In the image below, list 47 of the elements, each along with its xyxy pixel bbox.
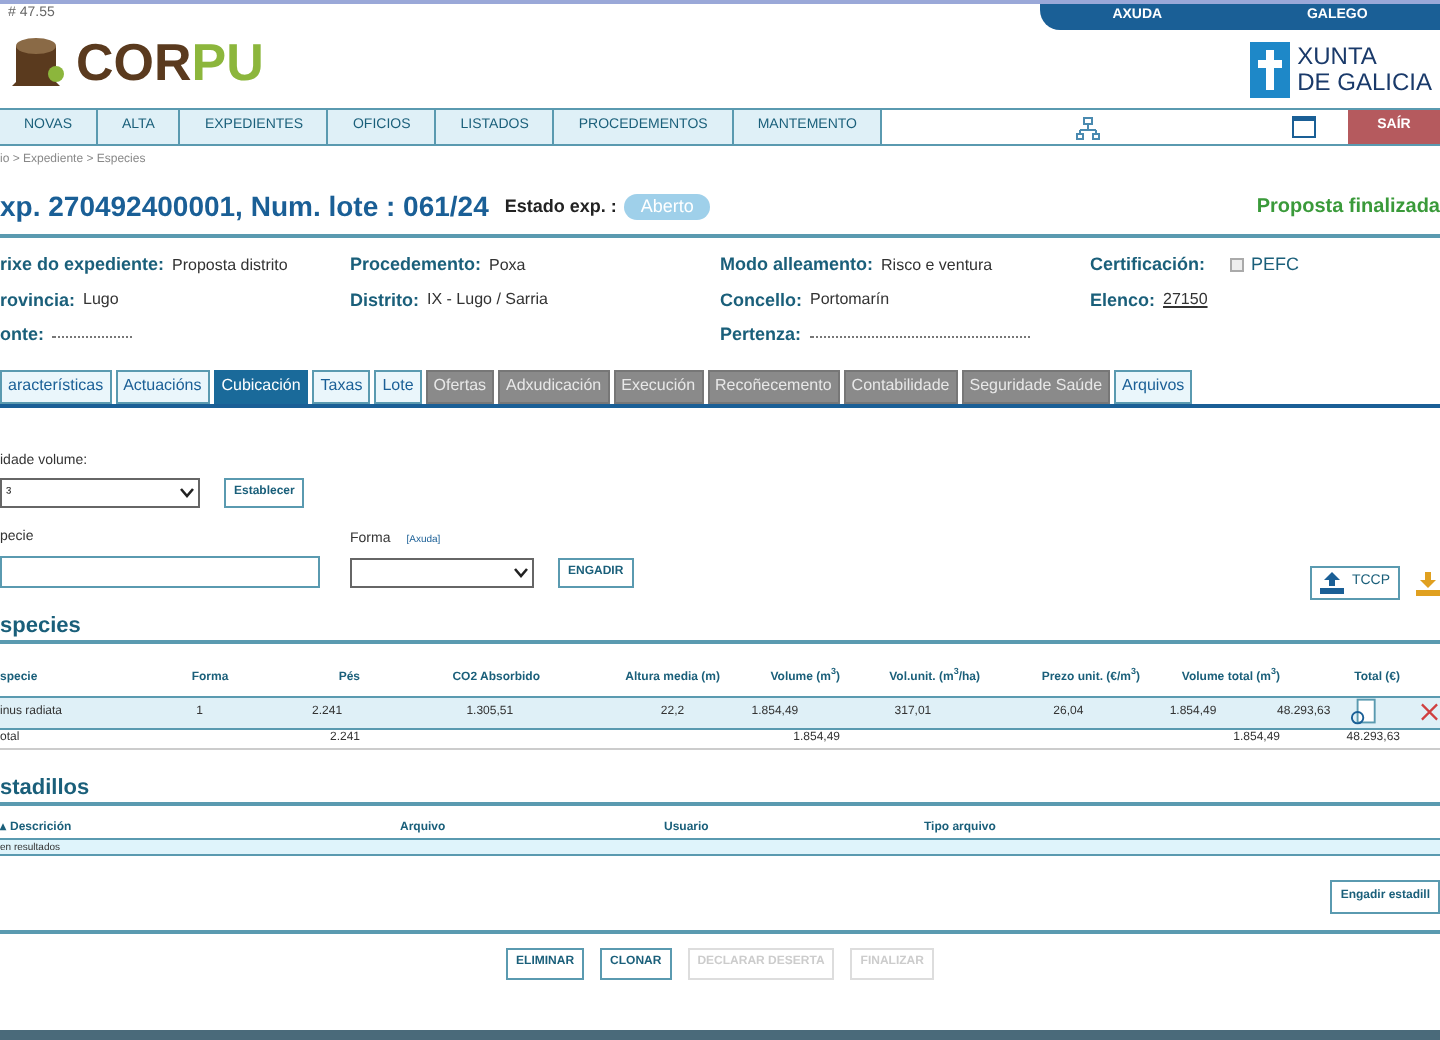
section-header: stadillos [0, 773, 1440, 805]
field-value: Lugo [83, 288, 119, 313]
field-label: Concello: [720, 287, 803, 313]
field-value: Portomarín [810, 288, 890, 313]
field-value: 27150 [1163, 288, 1208, 313]
gov-logo-text: XUNTA DE GALICIA [1297, 44, 1432, 96]
tab[interactable]: Lote [374, 369, 422, 403]
document-edit-icon[interactable] [1350, 698, 1377, 726]
sitemap-icon[interactable] [1075, 115, 1100, 139]
chevron-icon [514, 567, 528, 577]
page-title: xp. 270492400001, Num. lote : 061/24 [0, 188, 489, 226]
redacted-text [52, 332, 132, 339]
field-label: Distrito: [350, 287, 419, 313]
field-label: Elenco: [1090, 287, 1156, 313]
close-icon[interactable] [1420, 702, 1440, 722]
field-label: rixe do expediente: [0, 252, 165, 278]
status-text: Proposta finalizada [1256, 194, 1440, 222]
field-label: Modo alleamento: [720, 252, 874, 278]
status-label: Estado exp. : [504, 193, 617, 220]
field-value: IX - Lugo / Sarria [427, 288, 548, 313]
field-value: Proposta distrito [172, 253, 288, 278]
upload-icon [1319, 571, 1344, 593]
field-label: Pertenza: [720, 322, 802, 348]
field-value: Risco e ventura [881, 253, 993, 278]
form-select[interactable] [350, 557, 534, 587]
cross-emblem-icon [1249, 42, 1290, 98]
field-value: Poxa [489, 253, 526, 278]
field-value: PEFC [1251, 252, 1300, 278]
chevron-icon [180, 488, 194, 498]
checkbox[interactable] [1229, 258, 1244, 273]
download-icon[interactable] [1416, 571, 1440, 595]
tab[interactable]: Cubicación [213, 369, 309, 403]
tree-stump-icon [8, 33, 68, 89]
volume-select[interactable]: ³ [0, 478, 200, 508]
tab[interactable]: Taxas [312, 369, 371, 403]
tab[interactable]: Actuacións [115, 369, 210, 403]
field-label: Certificación: [1090, 252, 1206, 278]
logo-text: CORPU [76, 35, 264, 87]
status-badge: Aberto [624, 193, 710, 221]
field-label: onte: [0, 322, 44, 348]
tab[interactable]: Arquivos [1114, 369, 1193, 403]
species-field[interactable] [0, 555, 320, 587]
section-header: species [0, 611, 1440, 643]
window-icon[interactable] [1292, 116, 1316, 138]
field-label: Procedemento: [350, 252, 482, 278]
field-label: rovincia: [0, 287, 76, 313]
tab[interactable]: aracterísticas [0, 369, 112, 403]
